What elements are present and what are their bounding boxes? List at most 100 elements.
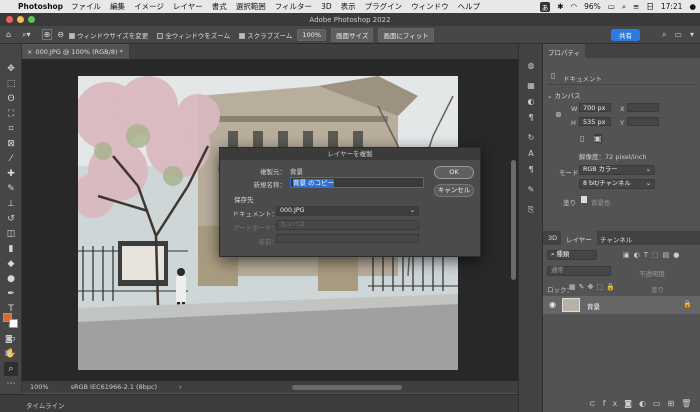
status-zoom[interactable]: 100% — [30, 383, 49, 391]
zoom-tool-preset-icon[interactable]: ⌕▾ — [22, 30, 31, 40]
close-window-icon[interactable] — [6, 16, 13, 23]
color-panel-icon[interactable]: ◍ — [525, 60, 537, 72]
new-name-input[interactable]: 背景 のコピー — [290, 177, 424, 188]
layer-row[interactable]: ◉ 背景 🔒 — [543, 296, 700, 314]
zoom-out-icon[interactable]: ⊖ — [57, 30, 64, 39]
search-icon[interactable]: ⌕ — [622, 2, 626, 12]
character-panel-icon[interactable]: A — [525, 148, 537, 160]
brush-tool-icon[interactable]: ✎ — [4, 182, 18, 196]
zoom-100-button[interactable]: 100% — [297, 28, 327, 41]
visibility-eye-icon[interactable]: ◉ — [549, 300, 556, 309]
battery-icon[interactable]: ▭ — [608, 2, 615, 11]
menu-layer[interactable]: レイヤー — [173, 1, 203, 12]
x-field[interactable] — [627, 103, 659, 112]
properties-tab[interactable]: プロパティ — [543, 44, 586, 58]
height-field[interactable]: 535 px — [579, 117, 611, 126]
zoom-in-icon[interactable]: ⊕ — [41, 29, 53, 40]
scrubby-zoom-option[interactable]: スクラブズーム — [239, 30, 292, 40]
canvas-section-toggle[interactable]: ⌄ カンバス — [547, 90, 581, 100]
input-method-indicator[interactable]: あ — [539, 1, 551, 12]
wifi-icon[interactable]: ◠ — [571, 2, 578, 11]
vertical-scrollbar[interactable] — [511, 160, 516, 280]
menu-view[interactable]: 表示 — [341, 1, 356, 12]
resize-windows-option[interactable]: ウィンドウサイズを変更 — [68, 30, 148, 40]
move-tool-icon[interactable]: ✥ — [4, 62, 18, 76]
brushes-panel-icon[interactable]: ✎ — [525, 184, 537, 196]
quick-mask-icon[interactable]: ◙ — [5, 334, 13, 343]
minimize-window-icon[interactable] — [17, 16, 24, 23]
pen-tool-icon[interactable]: ✒ — [4, 287, 18, 301]
menu-plugins[interactable]: プラグイン — [365, 1, 403, 12]
eyedropper-tool-icon[interactable]: ⁄ — [4, 152, 18, 166]
home-icon[interactable]: ⌂ — [6, 30, 11, 39]
history-panel-icon[interactable]: ↻ — [525, 132, 537, 144]
menu-window[interactable]: ウィンドウ — [411, 1, 449, 12]
glyphs-panel-icon[interactable]: ⎘ — [525, 204, 537, 216]
mode-select[interactable]: RGB カラー ⌄ — [579, 165, 655, 175]
y-field[interactable] — [627, 117, 659, 126]
gradient-tool-icon[interactable]: ▮ — [4, 242, 18, 256]
paragraph-styles-icon[interactable]: ¶ — [525, 164, 537, 176]
zoom-window-icon[interactable] — [28, 16, 35, 23]
lasso-tool-icon[interactable]: ʘ — [4, 92, 18, 106]
portrait-orientation-icon[interactable]: ▯ — [580, 134, 584, 143]
tab-channels[interactable]: チャンネル — [595, 231, 637, 245]
document-select[interactable]: 000.JPG ⌄ — [276, 206, 419, 216]
history-brush-tool-icon[interactable]: ↺ — [4, 212, 18, 226]
status-menu-icon[interactable]: › — [179, 383, 182, 391]
tab-3d[interactable]: 3D — [543, 231, 562, 245]
layer-name[interactable]: 背景 — [587, 301, 600, 311]
artboard-select[interactable]: カンバス — [276, 220, 419, 230]
menu-edit[interactable]: 編集 — [110, 1, 125, 12]
paragraph-panel-icon[interactable]: ¶ — [525, 112, 537, 124]
lock-icons[interactable]: ▦✎✥⬚🔒 — [569, 283, 618, 291]
fit-screen-button[interactable]: 画面にフィット — [378, 27, 434, 42]
layer-footer-icons[interactable]: ⊂fx◙◐▭⊞🗑 — [589, 399, 698, 408]
menu-image[interactable]: イメージ — [134, 1, 164, 12]
resize-windows-checkbox[interactable] — [68, 32, 75, 39]
document-tab[interactable]: × 000.JPG @ 100% (RGB/8) * — [22, 44, 130, 59]
name-input[interactable] — [276, 234, 419, 243]
object-selection-tool-icon[interactable]: ⛶ — [4, 107, 18, 121]
background-color-swatch[interactable] — [9, 319, 18, 328]
menu-filter[interactable]: フィルター — [275, 1, 312, 12]
bit-depth-select[interactable]: 8 bit/チャンネル ⌄ — [579, 179, 655, 189]
cancel-button[interactable]: キャンセル — [434, 184, 474, 197]
control-center-icon[interactable]: ≡ — [633, 2, 639, 11]
edit-toolbar-icon[interactable]: ⋯ — [4, 377, 18, 391]
dodge-tool-icon[interactable]: ● — [4, 272, 18, 286]
zoom-tool-icon[interactable]: ⌕ — [4, 362, 18, 376]
workspace-menu-icon[interactable]: ▾ — [690, 30, 694, 40]
timeline-tab[interactable]: タイムライン — [26, 402, 65, 410]
blend-mode-select[interactable]: 通常 — [547, 266, 611, 276]
screen-mode-icon[interactable]: ▣ — [5, 348, 13, 357]
scrubby-zoom-checkbox[interactable] — [239, 32, 246, 39]
menu-3d[interactable]: 3D — [321, 2, 332, 11]
menu-select[interactable]: 選択範囲 — [236, 1, 266, 12]
eraser-tool-icon[interactable]: ◫ — [4, 227, 18, 241]
ok-button[interactable]: OK — [434, 166, 474, 179]
layer-kind-filter[interactable]: ⌕ 種類 — [547, 250, 597, 260]
tab-layers[interactable]: レイヤー — [561, 231, 597, 245]
menu-file[interactable]: ファイル — [71, 1, 101, 12]
width-field[interactable]: 700 px — [579, 103, 611, 112]
blur-tool-icon[interactable]: ◆ — [4, 257, 18, 271]
landscape-orientation-icon[interactable]: ▣ — [594, 134, 602, 143]
menu-type[interactable]: 書式 — [212, 1, 227, 12]
zoom-all-windows-option[interactable]: 全ウィンドウをズーム — [157, 30, 230, 40]
fit-screen-size-button[interactable]: 画面サイズ — [331, 27, 374, 42]
adjustments-panel-icon[interactable]: ◐ — [525, 96, 537, 108]
marquee-tool-icon[interactable]: ⬚ — [4, 77, 18, 91]
frame-tool-icon[interactable]: ⊠ — [4, 137, 18, 151]
close-tab-icon[interactable]: × — [27, 48, 32, 56]
fill-swatch[interactable] — [581, 196, 587, 203]
zoom-all-windows-checkbox[interactable] — [157, 32, 164, 39]
share-button[interactable]: 共有 — [611, 29, 640, 41]
crop-tool-icon[interactable]: ⌗ — [4, 122, 18, 136]
link-icon[interactable]: ⊗ — [555, 110, 562, 119]
workspace-icon[interactable]: ▭ — [674, 30, 682, 40]
clock[interactable]: 17:21 — [661, 2, 683, 11]
swatches-panel-icon[interactable]: ▦ — [525, 80, 537, 92]
horizontal-scrollbar[interactable] — [292, 385, 402, 390]
layer-filter-icons[interactable]: ▣◐T⬚▤● — [623, 251, 683, 259]
